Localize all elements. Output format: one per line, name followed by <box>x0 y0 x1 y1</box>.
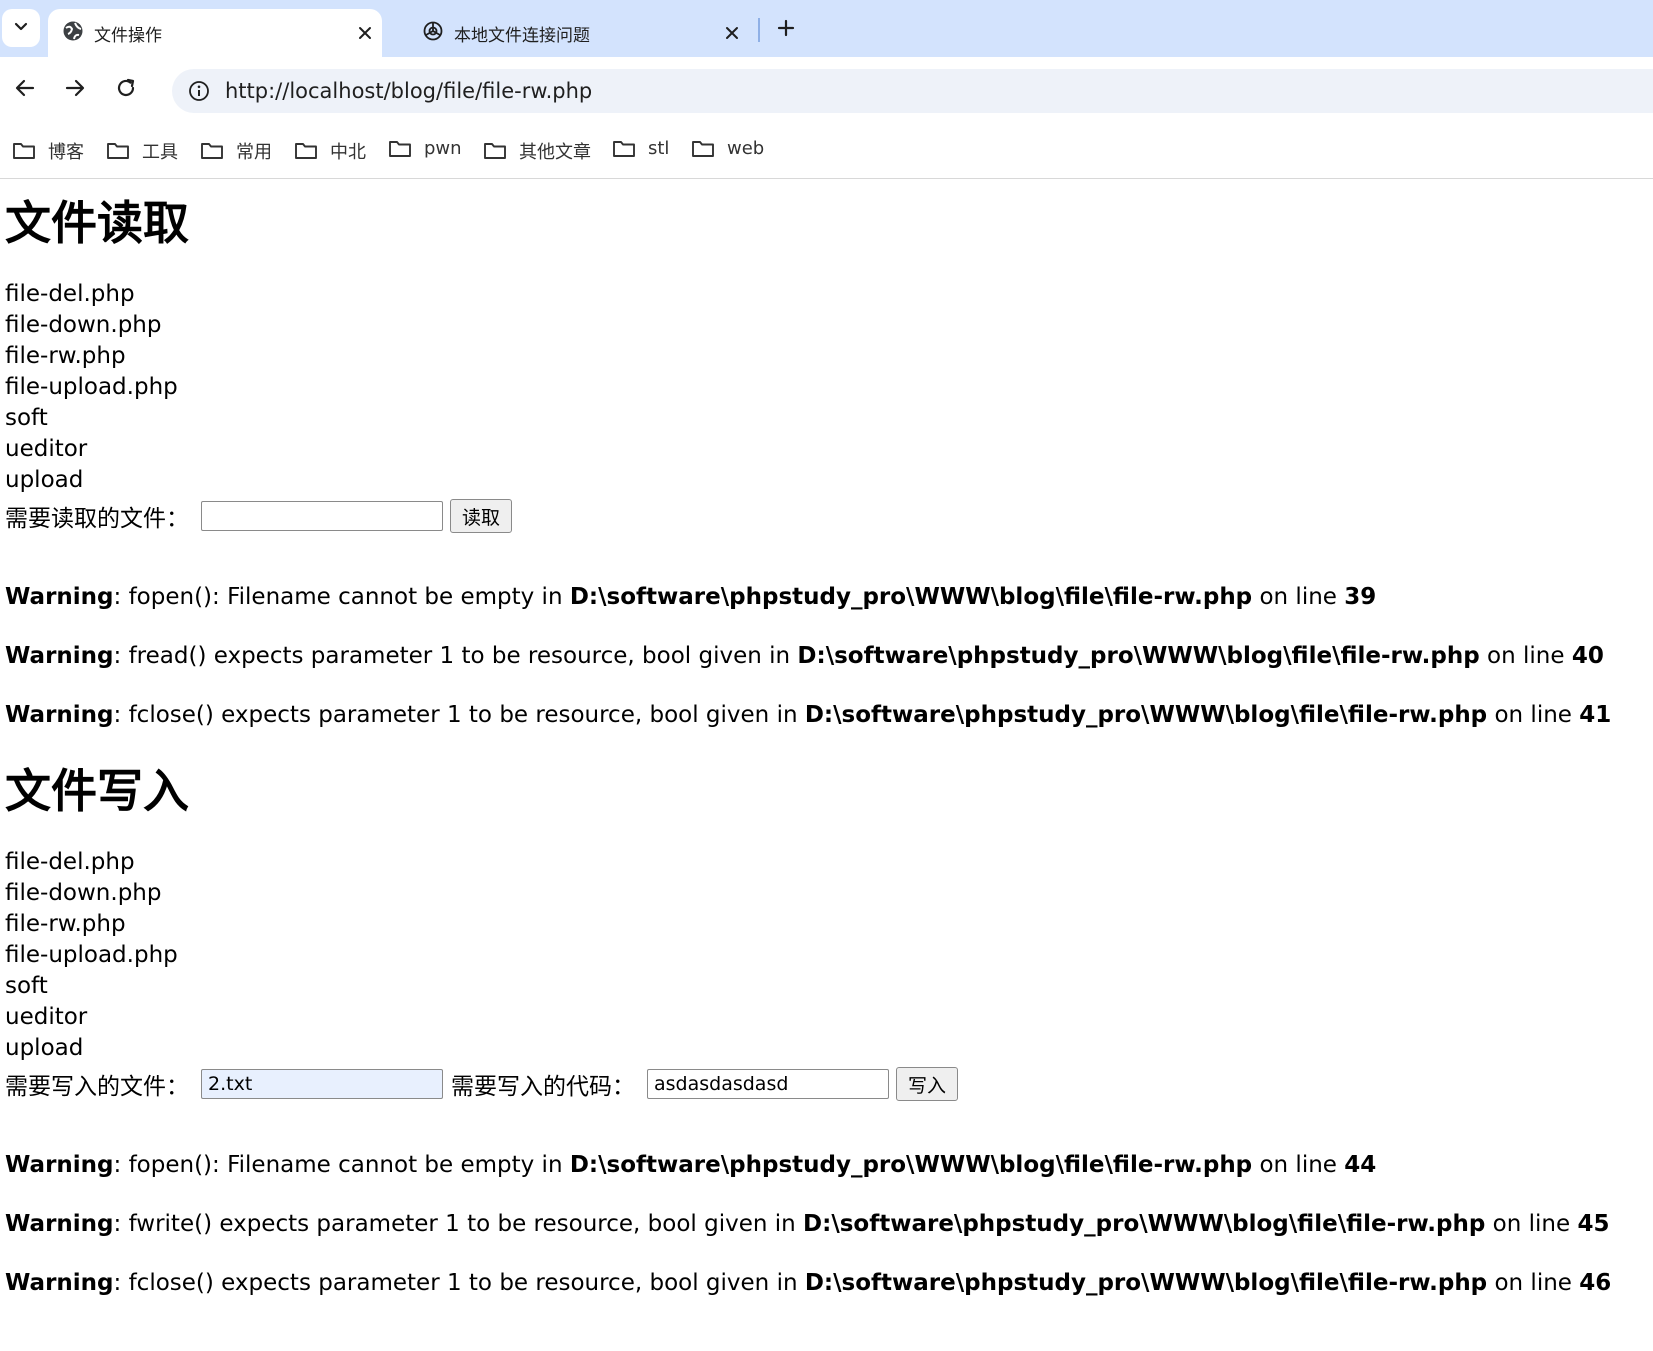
tab-search-button[interactable] <box>2 9 40 47</box>
warning-line: Warning: fread() expects parameter 1 to … <box>5 643 1604 669</box>
list-item: file-upload.php <box>5 942 178 968</box>
bookmark-label: pwn <box>424 138 462 159</box>
read-form: 需要读取的文件： 读取 <box>5 496 1645 536</box>
write-form: 需要写入的文件： 需要写入的代码： 写入 <box>5 1064 1645 1104</box>
tab-local-file-issue[interactable]: 本地文件连接问题 <box>386 9 746 57</box>
folder-icon <box>107 143 129 159</box>
info-icon[interactable] <box>186 78 212 104</box>
read-heading: 文件读取 <box>5 196 189 250</box>
list-item: ueditor <box>5 1004 88 1030</box>
folder-icon <box>484 143 506 159</box>
list-item: ueditor <box>5 436 88 462</box>
tab-separator <box>758 18 760 42</box>
chevron-down-icon <box>13 18 29 38</box>
bookmark-folder[interactable]: 工具 <box>106 138 178 164</box>
browser-toolbar: http://localhost/blog/file/file-rw.php <box>0 57 1653 121</box>
warning-line: Warning: fclose() expects parameter 1 to… <box>5 1270 1612 1296</box>
list-item: upload <box>5 1035 84 1061</box>
folder-icon <box>295 143 317 159</box>
reload-icon <box>115 77 137 103</box>
url-text[interactable]: http://localhost/blog/file/file-rw.php <box>225 79 592 103</box>
list-item: file-down.php <box>5 880 162 906</box>
list-item: upload <box>5 467 84 493</box>
read-button[interactable]: 读取 <box>450 499 513 533</box>
folder-icon <box>201 143 223 159</box>
address-bar[interactable]: http://localhost/blog/file/file-rw.php <box>172 69 1653 113</box>
warning-line: Warning: fwrite() expects parameter 1 to… <box>5 1211 1610 1237</box>
close-icon[interactable] <box>354 22 376 44</box>
forward-button[interactable] <box>58 73 92 107</box>
read-file-label: 需要读取的文件： <box>5 506 189 532</box>
plus-icon <box>777 19 795 41</box>
folder-icon <box>692 140 714 157</box>
warning-line: Warning: fopen(): Filename cannot be emp… <box>5 584 1377 610</box>
close-icon[interactable] <box>721 22 743 44</box>
list-item: soft <box>5 973 48 999</box>
read-file-input[interactable] <box>201 501 443 531</box>
file-listing: file-del.php file-down.php file-rw.php f… <box>5 279 1645 496</box>
tab-strip: 文件操作 本地文件连接问题 <box>0 0 1653 57</box>
forward-icon <box>64 77 86 103</box>
bookmark-label: 中北 <box>330 142 366 163</box>
write-button[interactable]: 写入 <box>896 1067 959 1101</box>
bookmark-folder[interactable]: 博客 <box>12 138 84 164</box>
bookmark-label: 其他文章 <box>519 142 591 163</box>
list-item: file-del.php <box>5 849 135 875</box>
back-button[interactable] <box>8 73 42 107</box>
bookmark-folder[interactable]: stl <box>612 138 669 159</box>
back-icon <box>14 77 36 103</box>
page-content: 文件读取 file-del.php file-down.php file-rw.… <box>5 180 1645 1298</box>
bookmark-folder[interactable]: pwn <box>388 138 462 159</box>
warning-line: Warning: fopen(): Filename cannot be emp… <box>5 1152 1377 1178</box>
write-file-input[interactable] <box>201 1069 443 1099</box>
bookmark-label: 博客 <box>48 142 84 163</box>
bookmark-folder[interactable]: 其他文章 <box>483 138 591 164</box>
file-listing: file-del.php file-down.php file-rw.php f… <box>5 847 1645 1064</box>
list-item: file-rw.php <box>5 343 126 369</box>
bookmark-folder[interactable]: 常用 <box>200 138 272 164</box>
bookmark-folder[interactable]: 中北 <box>294 138 366 164</box>
write-code-label: 需要写入的代码： <box>451 1074 635 1100</box>
write-heading: 文件写入 <box>5 764 189 818</box>
reload-button[interactable] <box>109 73 143 107</box>
bookmark-label: 工具 <box>142 142 178 163</box>
bookmark-label: 常用 <box>236 142 272 163</box>
list-item: file-rw.php <box>5 911 126 937</box>
list-item: file-upload.php <box>5 374 178 400</box>
folder-icon <box>13 143 35 159</box>
openai-icon <box>422 20 444 47</box>
tab-title: 文件操作 <box>94 25 162 46</box>
bookmarks-bar: 博客 工具 常用 中北 pwn 其他文章 stl web <box>0 121 1653 179</box>
warning-line: Warning: fclose() expects parameter 1 to… <box>5 702 1612 728</box>
folder-icon <box>613 140 635 157</box>
list-item: soft <box>5 405 48 431</box>
bookmark-label: web <box>727 138 765 159</box>
list-item: file-down.php <box>5 312 162 338</box>
write-file-label: 需要写入的文件： <box>5 1074 189 1100</box>
list-item: file-del.php <box>5 281 135 307</box>
write-code-input[interactable] <box>647 1069 889 1099</box>
folder-icon <box>389 140 411 157</box>
bookmark-folder[interactable]: web <box>691 138 764 159</box>
bookmark-label: stl <box>648 138 670 159</box>
tab-title: 本地文件连接问题 <box>454 25 590 46</box>
new-tab-button[interactable] <box>772 16 800 44</box>
globe-icon <box>62 20 84 47</box>
tab-file-ops[interactable]: 文件操作 <box>48 9 382 57</box>
